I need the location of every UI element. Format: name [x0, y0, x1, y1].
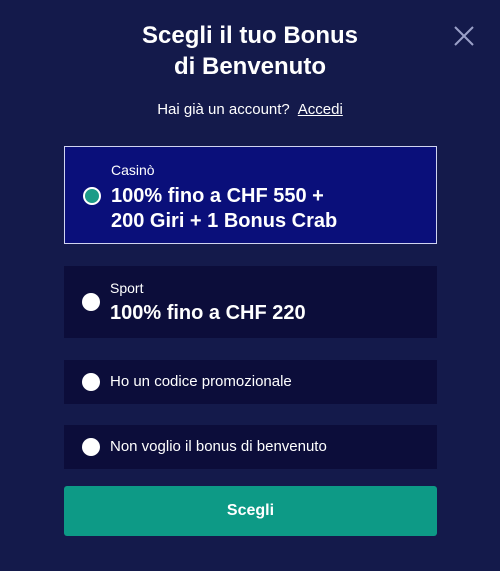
bonus-description-casino-line1: 100% fino a CHF 550 +	[111, 185, 324, 207]
dialog-title-line1: Scegli il tuo Bonus	[141, 22, 358, 49]
bonus-option-sport[interactable]: Sport 100% fino a CHF 220	[64, 266, 437, 338]
radio-button-no-bonus[interactable]	[82, 438, 100, 456]
no-bonus-label: Non voglio il bonus di benvenuto	[110, 438, 327, 455]
account-prompt-text: Hai già un account?	[157, 101, 290, 118]
promo-code-label: Ho un codice promozionale	[110, 373, 292, 390]
account-prompt-row: Hai già un account? Accedi	[0, 100, 500, 120]
radio-button-casino[interactable]	[83, 187, 101, 205]
bonus-option-promo-code[interactable]: Ho un codice promozionale	[64, 360, 437, 404]
bonus-description-casino-line2: 200 Giri + 1 Bonus Crab	[111, 210, 338, 232]
dialog-title: Scegli il tuo Bonus di Benvenuto	[0, 20, 500, 82]
choose-button[interactable]: Scegli	[64, 486, 437, 536]
login-link[interactable]: Accedi	[298, 101, 343, 118]
radio-button-promo-code[interactable]	[82, 373, 100, 391]
welcome-bonus-dialog: Scegli il tuo Bonus di Benvenuto Hai già…	[0, 0, 500, 571]
bonus-description-sport: 100% fino a CHF 220	[110, 302, 306, 324]
bonus-category-casino: Casinò	[111, 162, 155, 178]
bonus-option-no-bonus[interactable]: Non voglio il bonus di benvenuto	[64, 425, 437, 469]
bonus-category-sport: Sport	[110, 280, 144, 296]
dialog-title-line2: di Benvenuto	[173, 53, 326, 80]
radio-button-sport[interactable]	[82, 293, 100, 311]
bonus-option-casino[interactable]: Casinò 100% fino a CHF 550 + 200 Giri + …	[64, 146, 437, 244]
